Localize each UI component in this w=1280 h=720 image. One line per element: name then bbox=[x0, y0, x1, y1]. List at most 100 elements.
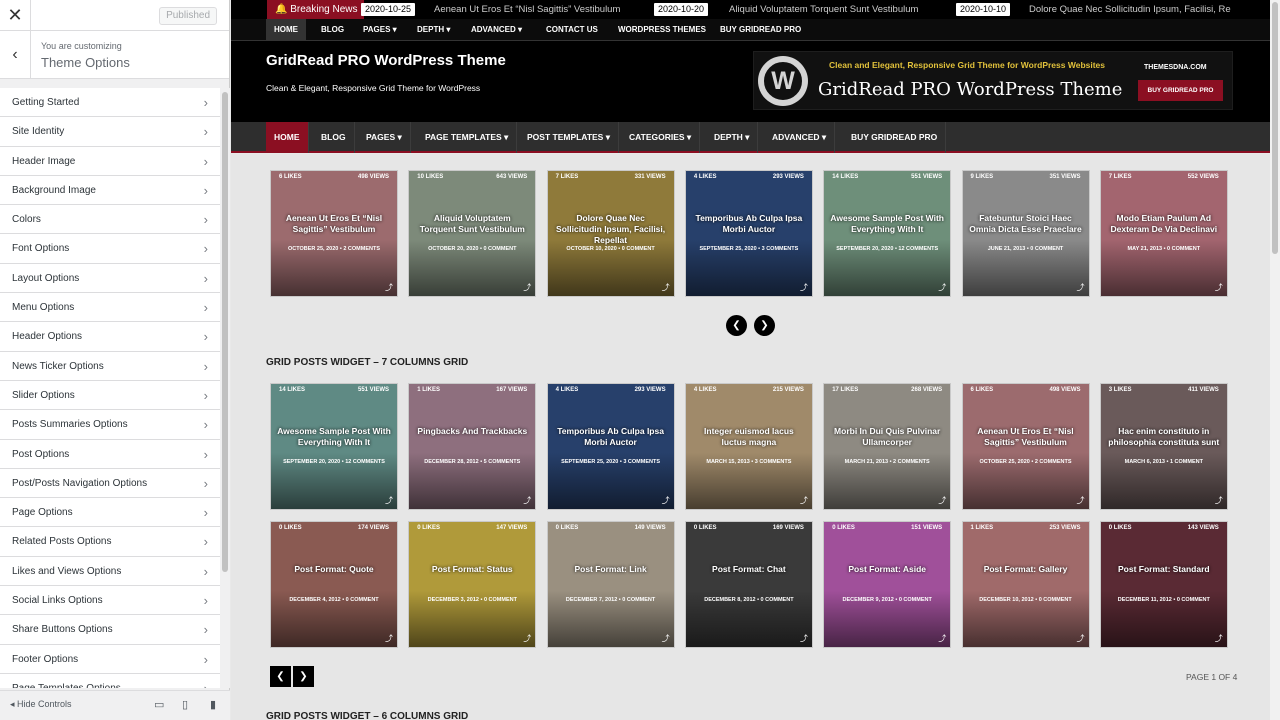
post-card[interactable]: 4 LIKES 293 VIEWS Temporibus Ab Culpa Ipsa… bbox=[546, 383, 675, 510]
sidebar-item[interactable]: Page Options › bbox=[0, 498, 220, 528]
slider-prev-button[interactable]: ❮ bbox=[726, 315, 747, 336]
preview-scrollbar[interactable] bbox=[1270, 0, 1280, 720]
mainnav-item[interactable]: POST TEMPLATES ▾ bbox=[519, 122, 619, 153]
likes-count[interactable]: 4 LIKES bbox=[694, 387, 717, 393]
post-title[interactable]: Awesome Sample Post With Everything With… bbox=[277, 426, 391, 448]
share-icon[interactable]: ⤴ bbox=[523, 633, 531, 644]
share-icon[interactable]: ⤴ bbox=[1215, 282, 1223, 293]
sidebar-item[interactable]: Footer Options › bbox=[0, 645, 220, 674]
post-title[interactable]: Aenean Ut Eros Et “Nisl Sagittis” Vestib… bbox=[277, 213, 391, 235]
likes-count[interactable]: 3 LIKES bbox=[1109, 387, 1132, 393]
likes-count[interactable]: 0 LIKES bbox=[417, 525, 440, 531]
sidebar-item[interactable]: Header Image › bbox=[0, 147, 220, 176]
likes-count[interactable]: 14 LIKES bbox=[832, 174, 858, 180]
share-icon[interactable]: ⤴ bbox=[1077, 282, 1085, 293]
post-card[interactable]: 14 LIKES 551 VIEWS Awesome Sample Post Wit… bbox=[823, 170, 952, 297]
likes-count[interactable]: 0 LIKES bbox=[694, 525, 717, 531]
sidebar-item[interactable]: Likes and Views Options › bbox=[0, 557, 220, 587]
post-card[interactable]: 17 LIKES 268 VIEWS Morbi In Dui Quis Pulvi… bbox=[823, 383, 952, 510]
post-title[interactable]: Pingbacks And Trackbacks bbox=[415, 426, 529, 437]
back-arrow-icon[interactable]: ‹ bbox=[0, 31, 31, 79]
mobile-preview-icon[interactable]: ▮ bbox=[210, 698, 216, 711]
topnav-item[interactable]: PAGES ▾ bbox=[355, 19, 405, 41]
topnav-item[interactable]: BLOG bbox=[313, 19, 352, 41]
topnav-item[interactable]: CONTACT US bbox=[538, 19, 606, 41]
post-title[interactable]: Post Format: Chat bbox=[692, 564, 806, 575]
buy-gridread-pro-button[interactable]: BUY GRIDREAD PRO bbox=[1138, 80, 1223, 101]
sidebar-item[interactable]: Menu Options › bbox=[0, 293, 220, 323]
share-icon[interactable]: ⤴ bbox=[523, 495, 531, 506]
share-icon[interactable]: ⤴ bbox=[1215, 495, 1223, 506]
post-title[interactable]: Hac enim constituto in philosophia const… bbox=[1107, 426, 1221, 448]
sidebar-item[interactable]: Post Options › bbox=[0, 440, 220, 469]
post-title[interactable]: Aliquid Voluptatem Torquent Sunt Vestibu… bbox=[415, 213, 529, 235]
post-card[interactable]: 1 LIKES 167 VIEWS Pingbacks And Trackbacks… bbox=[408, 383, 537, 510]
sidebar-item[interactable]: Colors › bbox=[0, 205, 220, 235]
post-title[interactable]: Post Format: Aside bbox=[830, 564, 944, 575]
post-title[interactable]: Morbi In Dui Quis Pulvinar Ullamcorper bbox=[830, 426, 944, 448]
share-icon[interactable]: ⤴ bbox=[800, 633, 808, 644]
sidebar-item[interactable]: Background Image › bbox=[0, 176, 220, 206]
post-title[interactable]: Post Format: Gallery bbox=[969, 564, 1083, 575]
likes-count[interactable]: 1 LIKES bbox=[971, 525, 994, 531]
likes-count[interactable]: 10 LIKES bbox=[417, 174, 443, 180]
tablet-preview-icon[interactable]: ▯ bbox=[182, 698, 188, 711]
mainnav-item[interactable]: BLOG bbox=[313, 122, 355, 153]
topnav-item[interactable]: BUY GRIDREAD PRO bbox=[712, 19, 809, 41]
likes-count[interactable]: 6 LIKES bbox=[279, 174, 302, 180]
likes-count[interactable]: 14 LIKES bbox=[279, 387, 305, 393]
topnav-item[interactable]: ADVANCED ▾ bbox=[463, 19, 530, 41]
sidebar-item[interactable]: Post/Posts Navigation Options › bbox=[0, 469, 220, 499]
likes-count[interactable]: 4 LIKES bbox=[694, 174, 717, 180]
post-title[interactable]: Integer euismod lacus luctus magna bbox=[692, 426, 806, 448]
ticker-link[interactable]: Aliquid Voluptatem Torquent Sunt Vestibu… bbox=[729, 0, 918, 19]
topnav-item[interactable]: WORDPRESS THEMES bbox=[610, 19, 714, 41]
likes-count[interactable]: 7 LIKES bbox=[1109, 174, 1132, 180]
post-card[interactable]: 6 LIKES 498 VIEWS Aenean Ut Eros Et “Nisl … bbox=[270, 170, 398, 297]
grid-next-button[interactable]: ❯ bbox=[293, 666, 314, 687]
post-card[interactable]: 7 LIKES 552 VIEWS Modo Etiam Paulum Ad Dex… bbox=[1099, 170, 1228, 297]
share-icon[interactable]: ⤴ bbox=[385, 495, 393, 506]
share-icon[interactable]: ⤴ bbox=[938, 633, 946, 644]
sidebar-item[interactable]: Layout Options › bbox=[0, 264, 220, 294]
post-title[interactable]: Post Format: Status bbox=[415, 564, 529, 575]
sidebar-item[interactable]: Page Templates Options › bbox=[0, 674, 220, 688]
post-card[interactable]: 0 LIKES 174 VIEWS Post Format: Quote DECEMB… bbox=[270, 521, 398, 648]
likes-count[interactable]: 4 LIKES bbox=[556, 387, 579, 393]
sidebar-item[interactable]: Getting Started › bbox=[0, 88, 220, 118]
site-title[interactable]: GridRead PRO WordPress Theme bbox=[266, 52, 506, 69]
share-icon[interactable]: ⤴ bbox=[662, 282, 670, 293]
mainnav-item[interactable]: ADVANCED ▾ bbox=[764, 122, 836, 153]
sidebar-item[interactable]: News Ticker Options › bbox=[0, 352, 220, 381]
likes-count[interactable]: 1 LIKES bbox=[417, 387, 440, 393]
post-title[interactable]: Fatebuntur Stoici Haec Omnia Dicta Esse … bbox=[969, 213, 1083, 235]
post-card[interactable]: 4 LIKES 293 VIEWS Temporibus Ab Culpa Ipsa… bbox=[684, 170, 813, 297]
post-title[interactable]: Awesome Sample Post With Everything With… bbox=[830, 213, 944, 235]
mainnav-item[interactable]: CATEGORIES ▾ bbox=[621, 122, 701, 153]
share-icon[interactable]: ⤴ bbox=[385, 282, 393, 293]
post-card[interactable]: 0 LIKES 143 VIEWS Post Format: Standard DEC… bbox=[1099, 521, 1228, 648]
mainnav-item[interactable]: DEPTH ▾ bbox=[706, 122, 759, 153]
share-icon[interactable]: ⤴ bbox=[385, 633, 393, 644]
share-icon[interactable]: ⤴ bbox=[662, 495, 670, 506]
ticker-link[interactable]: Aenean Ut Eros Et “Nisl Sagittis” Vestib… bbox=[434, 0, 620, 19]
published-button[interactable]: Published bbox=[159, 7, 217, 25]
post-title[interactable]: Temporibus Ab Culpa Ipsa Morbi Auctor bbox=[692, 213, 806, 235]
close-icon[interactable]: ✕ bbox=[0, 0, 31, 31]
ticker-link[interactable]: Dolore Quae Nec Sollicitudin Ipsum, Faci… bbox=[1029, 0, 1234, 19]
likes-count[interactable]: 6 LIKES bbox=[971, 387, 994, 393]
post-title[interactable]: Temporibus Ab Culpa Ipsa Morbi Auctor bbox=[554, 426, 668, 448]
grid-prev-button[interactable]: ❮ bbox=[270, 666, 291, 687]
post-card[interactable]: 0 LIKES 149 VIEWS Post Format: Link DECEMBE… bbox=[546, 521, 675, 648]
sidebar-item[interactable]: Font Options › bbox=[0, 234, 220, 264]
sidebar-scrollbar[interactable] bbox=[220, 88, 230, 688]
post-card[interactable]: 9 LIKES 351 VIEWS Fatebuntur Stoici Haec O… bbox=[961, 170, 1090, 297]
desktop-preview-icon[interactable]: ▭ bbox=[154, 698, 164, 711]
share-icon[interactable]: ⤴ bbox=[1077, 495, 1085, 506]
likes-count[interactable]: 9 LIKES bbox=[971, 174, 994, 180]
likes-count[interactable]: 0 LIKES bbox=[279, 525, 302, 531]
share-icon[interactable]: ⤴ bbox=[938, 495, 946, 506]
likes-count[interactable]: 0 LIKES bbox=[1109, 525, 1132, 531]
sidebar-item[interactable]: Social Links Options › bbox=[0, 586, 220, 616]
slider-next-button[interactable]: ❯ bbox=[754, 315, 775, 336]
